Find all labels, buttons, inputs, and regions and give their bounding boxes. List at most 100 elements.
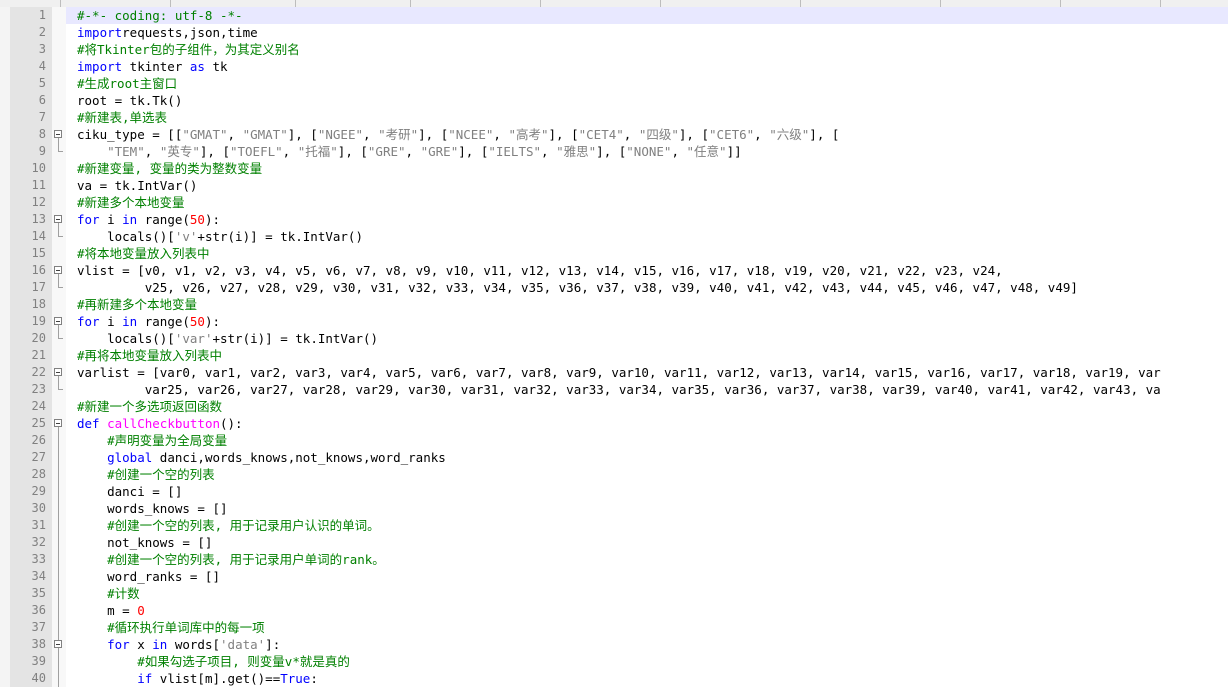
code-line[interactable]: 33 #创建一个空的列表, 用于记录用户单词的rank。 xyxy=(10,551,1228,568)
code-line[interactable]: 4 import tkinter as tk xyxy=(10,58,1228,75)
code-line[interactable]: 3 #将Tkinter包的子组件，为其定义别名 xyxy=(10,41,1228,58)
code-line[interactable]: 23 var25, var26, var27, var28, var29, va… xyxy=(10,381,1228,398)
code-line[interactable]: 6 root = tk.Tk() xyxy=(10,92,1228,109)
code-line[interactable]: 13 for i in range(50): xyxy=(10,211,1228,228)
line-number: 12 xyxy=(10,194,52,211)
code-line[interactable]: 37 #循环执行单词库中的每一项 xyxy=(10,619,1228,636)
code-line[interactable]: 29 danci = [] xyxy=(10,483,1228,500)
code-line[interactable]: 7 #新建表,单选表 xyxy=(10,109,1228,126)
code-text: words_knows = [] xyxy=(77,501,228,516)
fold-toggle-icon[interactable] xyxy=(54,368,62,376)
fold-margin[interactable] xyxy=(52,262,66,279)
code-line[interactable]: 8 ciku_type = [["GMAT", "GMAT"], ["NGEE",… xyxy=(10,126,1228,143)
line-number: 9 xyxy=(10,143,52,160)
code-line[interactable]: 27 global danci,words_knows,not_knows,wo… xyxy=(10,449,1228,466)
tab-segment[interactable] xyxy=(1060,0,1161,7)
fold-margin xyxy=(52,7,66,24)
code-line[interactable]: 16 vlist = [v0, v1, v2, v3, v4, v5, v6, v… xyxy=(10,262,1228,279)
tab-segment[interactable] xyxy=(0,0,61,7)
tab-segment[interactable] xyxy=(60,0,171,7)
code-line[interactable]: 20 locals()['var'+str(i)] = tk.IntVar() xyxy=(10,330,1228,347)
code-line[interactable]: 2 importrequests,json,time xyxy=(10,24,1228,41)
code-text: #声明变量为全局变量 xyxy=(107,433,228,448)
code-line[interactable]: 9 "TEM", "英专"], ["TOEFL", "托福"], ["GRE",… xyxy=(10,143,1228,160)
line-number: 22 xyxy=(10,364,52,381)
code-text: ciku_type = [["GMAT", "GMAT"], ["NGEE", … xyxy=(77,127,840,142)
fold-margin[interactable] xyxy=(52,364,66,381)
fold-toggle-icon[interactable] xyxy=(54,266,62,274)
line-number: 23 xyxy=(10,381,52,398)
fold-toggle-icon[interactable] xyxy=(54,317,62,325)
code-line[interactable]: 28 #创建一个空的列表 xyxy=(10,466,1228,483)
code-line[interactable]: 14 locals()['v'+str(i)] = tk.IntVar() xyxy=(10,228,1228,245)
tab-segment[interactable] xyxy=(410,0,541,7)
line-number: 32 xyxy=(10,534,52,551)
code-text: #生成root主窗口 xyxy=(77,76,178,91)
code-line[interactable]: 24 #新建一个多选项返回函数 xyxy=(10,398,1228,415)
code-line[interactable]: 30 words_knows = [] xyxy=(10,500,1228,517)
code-text: for i in range(50): xyxy=(77,314,221,329)
code-editor[interactable]: 1 #-*- coding: utf-8 -*- 2 importrequests,j… xyxy=(10,7,1228,687)
code-text: root = tk.Tk() xyxy=(77,93,183,108)
fold-margin xyxy=(52,551,66,568)
fold-margin xyxy=(52,398,66,415)
code-text: danci = [] xyxy=(77,484,183,499)
code-line[interactable]: 5 #生成root主窗口 xyxy=(10,75,1228,92)
fold-margin[interactable] xyxy=(52,211,66,228)
fold-toggle-icon[interactable] xyxy=(54,130,62,138)
line-number: 1 xyxy=(10,7,52,24)
code-line[interactable]: 18 #再新建多个本地变量 xyxy=(10,296,1228,313)
code-text: var25, var26, var27, var28, var29, var30… xyxy=(77,382,1161,397)
fold-margin[interactable] xyxy=(52,126,66,143)
tab-segment[interactable] xyxy=(540,0,661,7)
code-text: if vlist[m].get()==True: xyxy=(137,671,318,686)
code-line[interactable]: 22 varlist = [var0, var1, var2, var3, var… xyxy=(10,364,1228,381)
code-text: #循环执行单词库中的每一项 xyxy=(107,620,265,635)
fold-margin[interactable] xyxy=(52,636,66,653)
tab-segment[interactable] xyxy=(170,0,296,7)
code-line[interactable]: 1 #-*- coding: utf-8 -*- xyxy=(10,7,1228,24)
code-text: #如果勾选子项目, 则变量v*就是真的 xyxy=(137,654,350,669)
code-line[interactable]: 32 not_knows = [] xyxy=(10,534,1228,551)
code-text: import tkinter as tk xyxy=(77,59,228,74)
code-line[interactable]: 10 #新建变量, 变量的类为整数变量 xyxy=(10,160,1228,177)
code-text: #新建表,单选表 xyxy=(77,110,168,125)
code-line[interactable]: 15 #将本地变量放入列表中 xyxy=(10,245,1228,262)
tab-segment[interactable] xyxy=(1160,0,1228,7)
code-line[interactable]: 11 va = tk.IntVar() xyxy=(10,177,1228,194)
line-number: 20 xyxy=(10,330,52,347)
fold-margin xyxy=(52,483,66,500)
line-number: 29 xyxy=(10,483,52,500)
code-text: #创建一个空的列表, 用于记录用户认识的单词。 xyxy=(107,518,380,533)
code-line[interactable]: 34 word_ranks = [] xyxy=(10,568,1228,585)
line-number: 7 xyxy=(10,109,52,126)
tab-segment[interactable] xyxy=(295,0,411,7)
code-line[interactable]: 40 if vlist[m].get()==True: xyxy=(10,670,1228,687)
line-number: 26 xyxy=(10,432,52,449)
code-line[interactable]: 21 #再将本地变量放入列表中 xyxy=(10,347,1228,364)
fold-margin[interactable] xyxy=(52,415,66,432)
code-text: va = tk.IntVar() xyxy=(77,178,198,193)
code-line[interactable]: 19 for i in range(50): xyxy=(10,313,1228,330)
fold-margin xyxy=(52,449,66,466)
code-line[interactable]: 39 #如果勾选子项目, 则变量v*就是真的 xyxy=(10,653,1228,670)
tab-segment[interactable] xyxy=(800,0,941,7)
code-line[interactable]: 38 for x in words['data']: xyxy=(10,636,1228,653)
fold-margin xyxy=(52,109,66,126)
code-text: #创建一个空的列表 xyxy=(107,467,215,482)
code-line[interactable]: 35 #计数 xyxy=(10,585,1228,602)
fold-toggle-icon[interactable] xyxy=(54,640,62,648)
fold-toggle-icon[interactable] xyxy=(54,419,62,427)
tab-segment[interactable] xyxy=(660,0,801,7)
code-line[interactable]: 31 #创建一个空的列表, 用于记录用户认识的单词。 xyxy=(10,517,1228,534)
line-number: 17 xyxy=(10,279,52,296)
fold-margin xyxy=(52,534,66,551)
code-line[interactable]: 25 def callCheckbutton(): xyxy=(10,415,1228,432)
fold-toggle-icon[interactable] xyxy=(54,215,62,223)
tab-segment[interactable] xyxy=(940,0,1061,7)
code-line[interactable]: 17 v25, v26, v27, v28, v29, v30, v31, v3… xyxy=(10,279,1228,296)
code-line[interactable]: 36 m = 0 xyxy=(10,602,1228,619)
code-line[interactable]: 12 #新建多个本地变量 xyxy=(10,194,1228,211)
fold-margin[interactable] xyxy=(52,313,66,330)
code-line[interactable]: 26 #声明变量为全局变量 xyxy=(10,432,1228,449)
